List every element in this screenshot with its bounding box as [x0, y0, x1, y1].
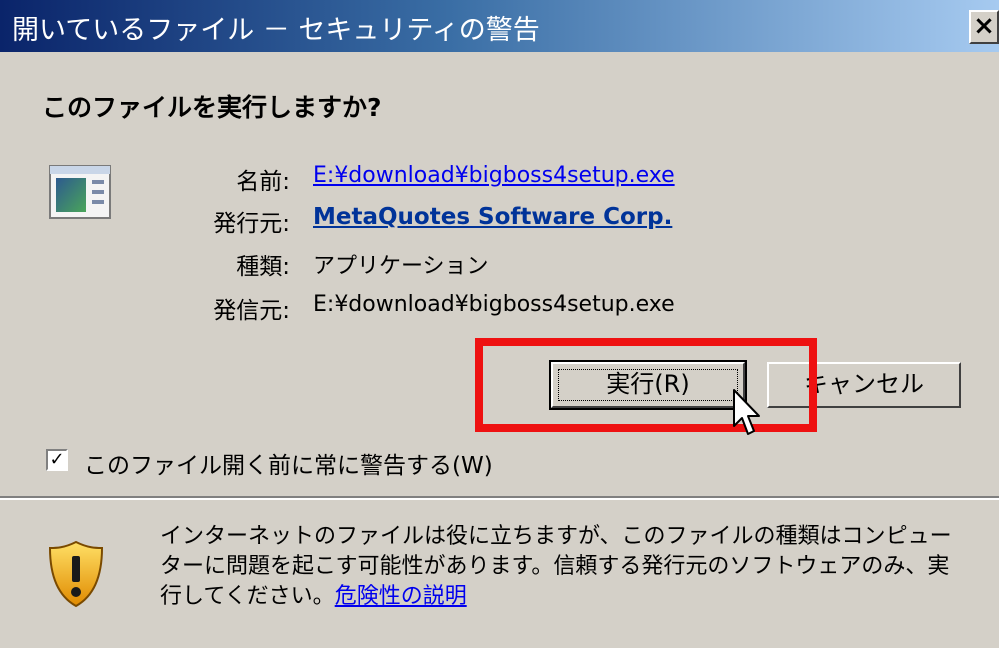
- shield-warning-icon: [48, 540, 104, 608]
- name-label: 名前:: [236, 169, 290, 195]
- warn-checkbox[interactable]: ✓: [46, 449, 68, 471]
- from-value: E:¥download¥bigboss4setup.exe: [313, 292, 675, 317]
- from-label: 発信元:: [213, 298, 290, 324]
- warn-checkbox-label[interactable]: このファイル開く前に常に警告する(W): [84, 446, 493, 480]
- warning-text: インターネットのファイルは役に立ちますが、このファイルの種類はコンピューターに問…: [160, 524, 952, 609]
- close-button[interactable]: ×: [969, 10, 999, 44]
- publisher-link[interactable]: MetaQuotes Software Corp.: [313, 204, 672, 230]
- separator-highlight: [0, 498, 999, 500]
- title-bar: 開いているファイル － セキュリティの警告 ×: [0, 0, 999, 52]
- type-value: アプリケーション: [313, 254, 489, 279]
- application-window-icon: [49, 165, 111, 219]
- dialog-question: このファイルを実行しますか?: [42, 93, 382, 122]
- type-label: 種類:: [236, 254, 290, 280]
- window-title: 開いているファイル － セキュリティの警告: [12, 15, 540, 46]
- risk-explanation-link[interactable]: 危険性の説明: [335, 584, 467, 609]
- publisher-label: 発行元:: [213, 211, 290, 237]
- name-value-link[interactable]: E:¥download¥bigboss4setup.exe: [313, 163, 675, 188]
- mouse-pointer-icon: [733, 389, 760, 435]
- warning-message: インターネットのファイルは役に立ちますが、このファイルの種類はコンピューターに問…: [160, 522, 970, 612]
